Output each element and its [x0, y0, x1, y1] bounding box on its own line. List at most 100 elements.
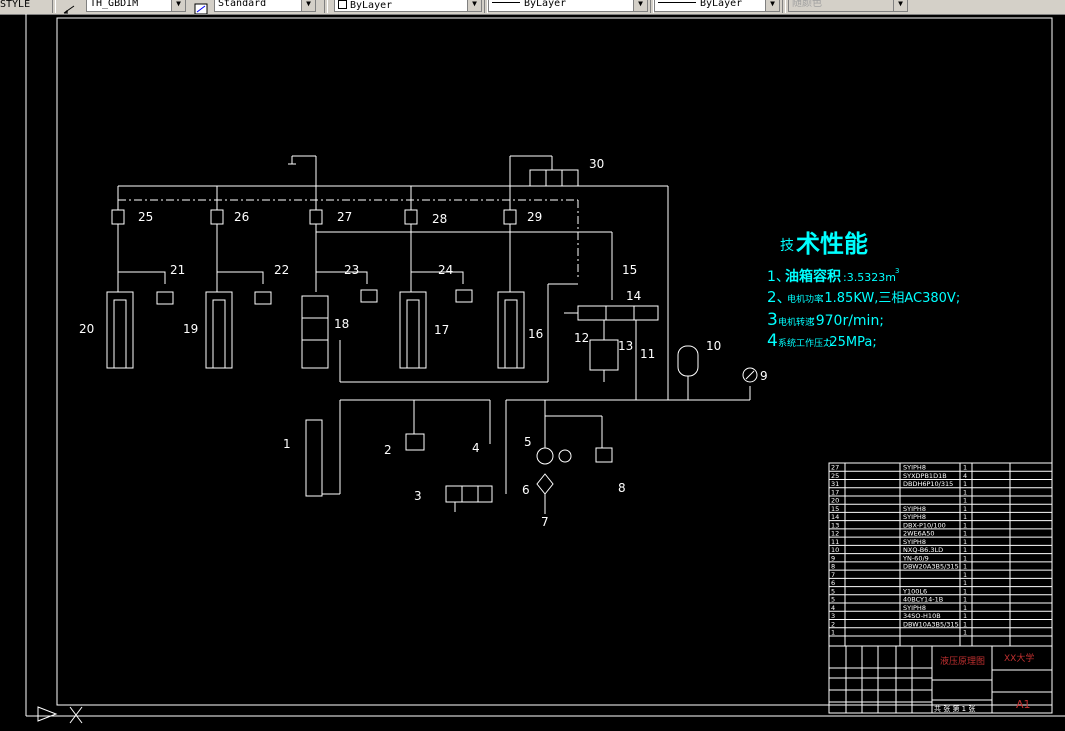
bom-cell-no: 5	[831, 596, 835, 604]
dim-style-icon[interactable]	[62, 0, 76, 14]
bom-cell-qty: 1	[963, 571, 967, 579]
label-19: 19	[183, 322, 198, 336]
bom-cell-no: 25	[831, 472, 839, 480]
bom-cell-no: 17	[831, 488, 839, 496]
spec-line2-value: :1.85KW,三相AC380V;	[820, 291, 960, 306]
chevron-down-icon[interactable]: ▼	[633, 0, 647, 11]
spec-line1-label: 油箱容积	[785, 268, 841, 285]
sheet-size: A1	[1016, 698, 1031, 711]
dim-style-value: Standard	[218, 0, 267, 9]
spec-line3-label: 电机转速	[778, 316, 814, 328]
bom-cell-code: SYIPH8	[903, 505, 926, 513]
linetype-preview-icon	[492, 2, 520, 3]
toolbar-separator	[52, 0, 56, 13]
label-13: 13	[618, 339, 633, 353]
color-control-select[interactable]: ByLayer ▼	[334, 0, 482, 12]
bom-cell-qty: 4	[963, 472, 967, 480]
spec-line2-label: 电机功率	[787, 293, 823, 305]
toolbar-separator	[324, 0, 328, 13]
bom-cell-code: DBDH6P10/315	[903, 480, 953, 488]
bom-cell-no: 13	[831, 521, 839, 529]
bom-cell-code: 40BCY14-1B	[903, 596, 943, 604]
bom-cell-no: 14	[831, 513, 839, 521]
text-style-select[interactable]: TH_GBDIM ▼	[86, 0, 186, 12]
spec-title-small: 技	[780, 238, 794, 254]
chevron-down-icon[interactable]: ▼	[467, 0, 481, 11]
text-style-label: STYLE	[0, 0, 31, 10]
bom-cell-code: DBW20A3B5/315	[903, 563, 959, 571]
cylinders	[106, 291, 525, 369]
bom-table: 27 SYIPH8 125 SYXDPB1D1B 431 DBDH6P10/315 117 1…	[829, 463, 1052, 646]
bom-cell-code: SYIPH8	[903, 464, 926, 472]
label-30: 30	[589, 157, 604, 171]
plot-style-select: 随颜色 ▼	[788, 0, 908, 12]
bom-cell-no: 31	[831, 480, 839, 488]
cylinder-20	[106, 291, 134, 369]
label-24: 24	[438, 263, 453, 277]
drawing-canvas[interactable]: 1 2 3 4 5 6 7 8 9 10 11 12 13 14 15 16 1…	[0, 14, 1065, 731]
spec-line4-label: 系统工作压力	[778, 337, 832, 349]
bom-cell-code: SYIPH8	[903, 513, 926, 521]
cylinder-19	[205, 291, 233, 369]
spec-line4-value: :25MPa;	[825, 335, 877, 350]
label-9: 9	[760, 369, 768, 383]
bom-cell-no: 12	[831, 530, 839, 538]
label-4: 4	[472, 441, 480, 455]
spec-title-large: 术性能	[796, 230, 868, 258]
linetype-control-select[interactable]: ByLayer ▼	[488, 0, 648, 12]
bom-cell-no: 27	[831, 464, 839, 472]
ucs-icon	[37, 706, 83, 724]
bom-cell-no: 15	[831, 505, 839, 513]
chevron-down-icon: ▼	[893, 0, 907, 11]
text-style-value: TH_GBDIM	[90, 0, 139, 9]
spec-line1-sup: 3	[895, 267, 899, 275]
chevron-down-icon[interactable]: ▼	[765, 0, 779, 11]
label-6: 6	[522, 483, 530, 497]
spec-line4-num: 4	[767, 331, 778, 351]
label-16: 16	[528, 327, 543, 341]
bom-cell-qty: 1	[963, 587, 967, 595]
technical-specs: 技 术性能 1、 油箱容积 :3.5323m 3 2、 电机功率 :1.85KW…	[767, 230, 960, 351]
label-11: 11	[640, 347, 655, 361]
title-block: 27 SYIPH8 125 SYXDPB1D1B 431 DBDH6P10/315 117 1…	[828, 462, 1053, 714]
spec-line1-value: :3.5323m	[843, 271, 896, 284]
dim-style-manager-icon[interactable]	[194, 0, 208, 14]
color-swatch-icon	[338, 0, 347, 9]
lineweight-control-select[interactable]: ByLayer ▼	[654, 0, 780, 12]
label-15: 15	[622, 263, 637, 277]
cylinder-18	[301, 295, 329, 369]
label-25: 25	[138, 210, 153, 224]
drawing-title: 液压原理图	[940, 655, 985, 667]
label-10: 10	[706, 339, 721, 353]
chevron-down-icon[interactable]: ▼	[171, 0, 185, 11]
bom-cell-qty: 1	[963, 497, 967, 505]
label-21: 21	[170, 263, 185, 277]
toolbar-separator	[782, 0, 786, 13]
bom-cell-code: Y100L6	[902, 587, 927, 595]
color-control-value: ByLayer	[350, 0, 393, 11]
properties-toolbar: STYLE TH_GBDIM ▼ Standard ▼ ByLayer ▼ By…	[0, 0, 1065, 15]
label-14: 14	[626, 289, 641, 303]
cylinder-17	[399, 291, 427, 369]
bom-cell-no: 6	[831, 579, 835, 587]
bom-cell-code: NXQ-B6.3LD	[903, 546, 943, 554]
bom-cell-qty: 1	[963, 480, 967, 488]
chevron-down-icon[interactable]: ▼	[301, 0, 315, 11]
label-17: 17	[434, 323, 449, 337]
bom-cell-qty: 1	[963, 546, 967, 554]
bom-cell-qty: 1	[963, 612, 967, 620]
bom-cell-no: 9	[831, 554, 835, 562]
bom-cell-qty: 1	[963, 604, 967, 612]
lineweight-preview-icon	[658, 2, 696, 3]
bom-cell-no: 4	[831, 604, 835, 612]
label-3: 3	[414, 489, 422, 503]
label-22: 22	[274, 263, 289, 277]
bom-cell-no: 8	[831, 563, 835, 571]
label-5: 5	[524, 435, 532, 449]
bom-cell-qty: 1	[963, 620, 967, 628]
dim-style-select[interactable]: Standard ▼	[214, 0, 316, 12]
label-7: 7	[541, 515, 549, 529]
bom-cell-qty: 1	[963, 554, 967, 562]
spec-line3-value: :970r/min;	[811, 313, 884, 329]
bom-cell-no: 7	[831, 571, 835, 579]
